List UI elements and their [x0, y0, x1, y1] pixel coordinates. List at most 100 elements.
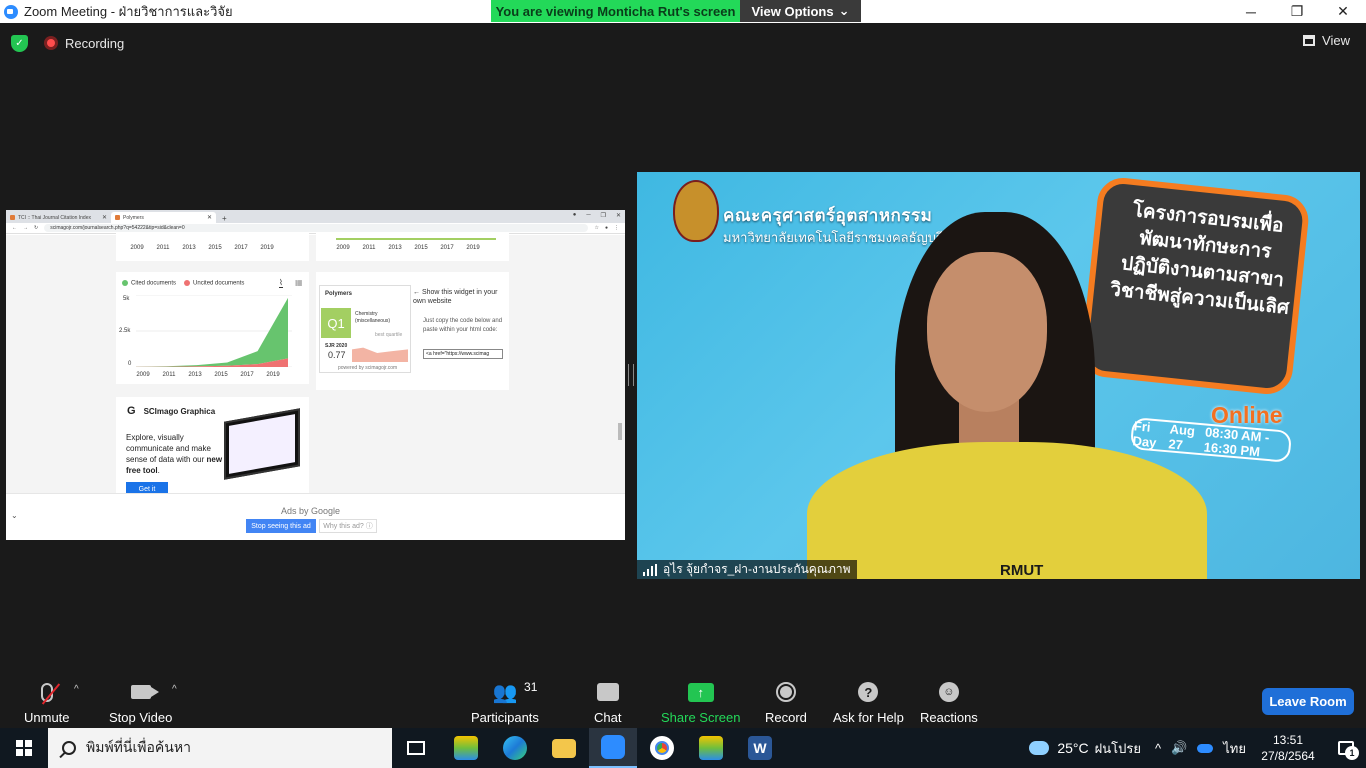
action-center-button[interactable]: 1 — [1326, 741, 1366, 760]
ask-for-help-label: Ask for Help — [833, 710, 904, 725]
onedrive-cloud-icon[interactable] — [1197, 743, 1214, 753]
google-g-icon: G — [127, 405, 136, 417]
chat-label: Chat — [594, 710, 622, 725]
record-button[interactable]: Record — [765, 678, 807, 725]
profile-icon[interactable]: ● — [605, 225, 608, 231]
graphica-title: SCImago Graphica — [143, 406, 216, 416]
widget-instructions: Just copy the code below and paste withi… — [423, 318, 503, 333]
participants-button[interactable]: 👥 31 Participants — [471, 678, 539, 725]
widget-category: Chemistry (miscellaneous) — [355, 311, 391, 324]
taskbar-zoom-app[interactable] — [589, 728, 637, 768]
taskbar-chrome-app[interactable] — [638, 728, 686, 768]
reload-icon[interactable]: ↻ — [34, 225, 38, 231]
taskbar-bluestacks-app-2[interactable] — [687, 728, 735, 768]
why-this-ad-button[interactable]: Why this ad? ⓘ — [319, 519, 377, 533]
start-button[interactable] — [0, 728, 48, 768]
chevron-down-icon: ⌄ — [838, 3, 850, 18]
taskbar-file-explorer-app[interactable] — [540, 728, 588, 768]
splitter-handle[interactable] — [628, 364, 634, 386]
taskbar-search-box[interactable]: พิมพ์ที่นี่เพื่อค้นหา — [48, 728, 392, 768]
table-view-icon[interactable]: ▦ — [295, 278, 303, 287]
widget-code-input[interactable]: <a href="https://www.scimag — [423, 349, 503, 359]
reactions-button[interactable]: ☺ Reactions — [920, 678, 978, 725]
browser-close-icon[interactable]: ✕ — [616, 212, 621, 219]
taskbar-clock[interactable]: 13:51 27/8/2564 — [1250, 732, 1326, 764]
viewing-message: You are viewing Monticha Rut's screen — [491, 0, 740, 22]
view-options-button[interactable]: View Options ⌄ — [740, 0, 861, 22]
browser-tab-tci[interactable]: TCI :: Thai Journal Citation Index ✕ — [6, 212, 111, 223]
unmute-button[interactable]: Unmute — [24, 678, 70, 725]
security-shield-icon[interactable]: ✓ — [11, 35, 28, 52]
taskbar-bluestacks-app[interactable] — [442, 728, 490, 768]
weather-temperature[interactable]: 25°C — [1057, 740, 1088, 756]
tray-overflow-icon[interactable]: ^ — [1155, 741, 1161, 756]
forward-icon[interactable]: → — [23, 225, 28, 231]
sjr-widget[interactable]: Polymers Q1 Chemistry (miscellaneous) be… — [319, 285, 411, 373]
video-options-caret-icon[interactable]: ^ — [172, 684, 177, 695]
person-face — [927, 252, 1047, 412]
leave-room-button[interactable]: Leave Room — [1262, 688, 1354, 715]
legend-cited[interactable]: Cited documents — [122, 280, 176, 287]
participants-icon: 👥 — [492, 681, 518, 704]
back-icon[interactable]: ← — [12, 225, 17, 231]
area-cited-documents — [136, 297, 288, 367]
widget-sjr-value: 0.77 — [328, 350, 346, 360]
menu-dots-icon[interactable]: ⋮ — [614, 225, 619, 231]
input-language[interactable]: ไทย — [1223, 738, 1246, 759]
video-camera-icon — [130, 685, 159, 699]
shared-screen[interactable]: TCI :: Thai Journal Citation Index ✕ Pol… — [6, 210, 625, 540]
year-tick: 2011 — [362, 245, 376, 251]
event-day: Fri Day — [1131, 418, 1158, 451]
stop-seeing-ad-button[interactable]: Stop seeing this ad — [246, 519, 316, 533]
ask-for-help-button[interactable]: ? Ask for Help — [833, 678, 904, 725]
new-tab-button[interactable]: + — [222, 214, 227, 223]
edge-icon — [503, 736, 527, 760]
record-dot-icon — [44, 36, 58, 50]
chrome-icon — [650, 736, 674, 760]
volume-icon[interactable]: 🔊 — [1171, 740, 1187, 756]
y-tick: 2.5k — [119, 328, 131, 334]
taskbar-edge-app[interactable] — [491, 728, 539, 768]
weather-condition[interactable]: ฝนโปรย — [1095, 738, 1141, 759]
chat-button[interactable]: Chat — [594, 678, 621, 725]
close-tab-icon[interactable]: ✕ — [102, 214, 107, 221]
participant-video[interactable]: คณะครุศาสตร์อุตสาหกรรม มหาวิทยาลัยเทคโนโ… — [637, 172, 1360, 579]
share-screen-button[interactable]: ↑ Share Screen — [661, 678, 741, 725]
browser-restore-icon[interactable]: ❐ — [601, 212, 606, 219]
windows-taskbar: พิมพ์ที่นี่เพื่อค้นหา W 25°C ฝนโปรย ^ 🔊 … — [0, 728, 1366, 768]
year-tick: 2019 — [260, 245, 274, 251]
restore-button[interactable]: ❐ — [1274, 0, 1320, 23]
close-tab-icon[interactable]: ✕ — [207, 214, 212, 221]
close-button[interactable]: ✕ — [1320, 0, 1366, 23]
year-tick: 2013 — [182, 245, 196, 251]
reactions-label: Reactions — [920, 710, 978, 725]
audio-options-caret-icon[interactable]: ^ — [74, 684, 79, 695]
bookmark-star-icon[interactable]: ☆ — [594, 225, 598, 231]
year-tick: 2017 — [234, 245, 248, 251]
participants-count: 31 — [524, 680, 538, 694]
address-bar[interactable]: scimagojr.com/journalsearch.php?q=54222&… — [44, 224, 589, 232]
recording-indicator[interactable]: Recording — [44, 33, 124, 53]
share-screen-label: Share Screen — [661, 710, 741, 725]
browser-tab-polymers[interactable]: Polymers ✕ — [111, 212, 216, 223]
page-scrollbar[interactable] — [618, 423, 622, 440]
meeting-toolbar: Unmute ^ Stop Video ^ 👥 31 Participants C… — [0, 672, 1366, 728]
legend-uncited[interactable]: Uncited documents — [184, 280, 244, 287]
favicon-icon — [10, 215, 15, 220]
browser-minimize-icon[interactable]: ─ — [586, 212, 590, 219]
stop-video-button[interactable]: Stop Video — [109, 678, 172, 725]
task-view-button[interactable] — [392, 728, 440, 768]
shirt-logo-text: RMUT — [1000, 562, 1044, 579]
taskbar-word-app[interactable]: W — [736, 728, 784, 768]
event-time: 08:30 AM - 16:30 PM — [1203, 424, 1271, 460]
browser-profile-icon[interactable]: ● — [573, 212, 577, 219]
y-tick: 5k — [123, 296, 130, 302]
widget-journal: Polymers — [325, 291, 353, 297]
collapse-chevron-icon[interactable]: ⌄ — [11, 511, 18, 520]
widget-show-title: ← Show this widget in your own website — [413, 289, 498, 305]
view-button[interactable]: View — [1303, 33, 1350, 48]
minimize-button[interactable]: ─ — [1228, 0, 1274, 23]
participants-label: Participants — [471, 710, 539, 725]
hide-chart-icon[interactable]: ⌇ — [279, 278, 283, 288]
weather-cloud-icon[interactable] — [1029, 741, 1050, 755]
